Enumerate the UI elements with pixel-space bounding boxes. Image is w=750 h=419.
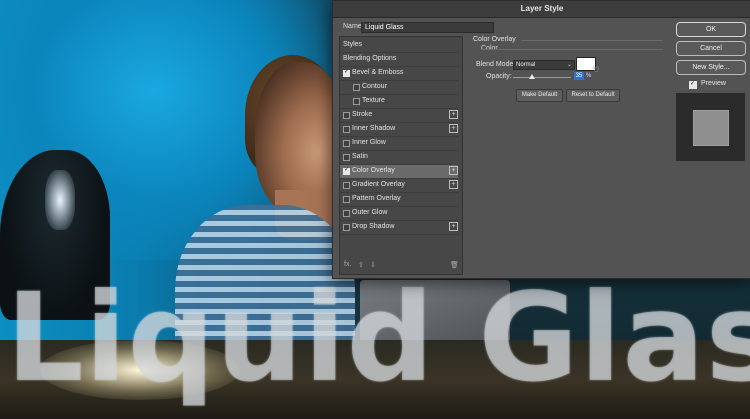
lamp-bulb-glow <box>45 170 75 230</box>
arrow-up-icon[interactable]: ⇧ <box>358 261 364 269</box>
style-label: Stroke <box>352 111 373 118</box>
style-checkbox[interactable] <box>353 98 360 105</box>
styles-list-item[interactable]: Styles <box>340 39 458 53</box>
styles-list-item[interactable]: Stroke + <box>340 109 458 123</box>
ok-button[interactable]: OK <box>676 22 746 37</box>
preview-checkbox[interactable] <box>689 80 697 89</box>
style-checkbox[interactable] <box>343 166 350 175</box>
style-checkbox[interactable] <box>343 112 350 119</box>
style-label: Drop Shadow <box>352 223 395 230</box>
color-overlay-panel: Color Overlay Color Blend Mode: Normal ⌄… <box>473 36 663 106</box>
styles-toolbar: fx. ⇧ ⇩ 🗑 <box>344 261 459 271</box>
trash-icon[interactable]: 🗑 <box>450 261 459 269</box>
make-default-button[interactable]: Make Default <box>516 89 563 102</box>
cancel-button[interactable]: Cancel <box>676 41 746 56</box>
add-effect-icon[interactable]: + <box>449 166 458 175</box>
group-divider <box>521 40 663 41</box>
style-label: Texture <box>362 97 385 104</box>
liquid-glass-overlay-text: Liquid Glass <box>6 268 750 408</box>
blend-mode-label: Blend Mode: <box>476 61 516 68</box>
add-effect-icon[interactable]: + <box>449 222 458 231</box>
style-label: Gradient Overlay <box>352 181 405 188</box>
opacity-unit: % <box>586 73 592 79</box>
style-checkbox[interactable] <box>343 182 350 189</box>
styles-list-item[interactable]: Color Overlay + <box>340 165 458 179</box>
opacity-input[interactable]: 35 <box>574 72 584 80</box>
dialog-titlebar[interactable]: Layer Style <box>333 1 750 18</box>
style-checkbox[interactable] <box>343 196 350 203</box>
style-label: Inner Glow <box>352 139 386 146</box>
arrow-down-icon[interactable]: ⇩ <box>370 261 376 269</box>
style-label: Blending Options <box>343 55 397 62</box>
styles-list-item[interactable]: Outer Glow <box>340 207 458 221</box>
styles-list-item[interactable]: Pattern Overlay <box>340 193 458 207</box>
add-effect-icon[interactable]: + <box>449 180 458 189</box>
style-checkbox[interactable] <box>343 154 350 161</box>
style-label: Outer Glow <box>352 209 388 216</box>
style-checkbox[interactable] <box>343 224 350 231</box>
style-checkbox[interactable] <box>353 84 360 91</box>
add-effect-icon[interactable]: + <box>449 110 458 119</box>
layer-style-dialog: Layer Style Name: Liquid Glass Styles Ble… <box>332 0 750 279</box>
opacity-slider-thumb[interactable] <box>529 74 535 79</box>
styles-list-item[interactable]: Inner Glow <box>340 137 458 151</box>
styles-list-panel: Styles Blending Options Bevel & Emboss Cont… <box>339 36 463 275</box>
add-effect-icon[interactable]: + <box>449 124 458 133</box>
opacity-label: Opacity: <box>486 73 512 80</box>
style-label: Satin <box>352 153 368 160</box>
preview-swatch <box>693 110 729 146</box>
reset-to-default-button[interactable]: Reset to Default <box>566 89 620 102</box>
style-label: Bevel & Emboss <box>352 69 404 76</box>
styles-list-item[interactable]: Gradient Overlay + <box>340 179 458 193</box>
opacity-slider-track[interactable] <box>513 77 571 78</box>
styles-list-item[interactable]: Contour <box>340 81 458 95</box>
styles-list-item[interactable]: Bevel & Emboss <box>340 67 458 81</box>
style-checkbox[interactable] <box>343 210 350 217</box>
style-checkbox[interactable] <box>343 126 350 133</box>
styles-list-item[interactable]: Texture <box>340 95 458 109</box>
style-label: Inner Shadow <box>352 125 396 132</box>
style-label: Pattern Overlay <box>352 195 401 202</box>
new-style-button[interactable]: New Style... <box>676 60 746 75</box>
style-label: Contour <box>362 83 387 90</box>
chevron-down-icon: ⌄ <box>566 62 572 68</box>
fx-icon[interactable]: fx. <box>344 261 351 268</box>
style-label: Styles <box>343 41 363 48</box>
style-label: Color Overlay <box>352 167 395 174</box>
style-checkbox[interactable] <box>343 140 350 147</box>
dialog-title: Layer Style <box>520 4 564 13</box>
blend-mode-select[interactable]: Normal ⌄ <box>513 60 575 70</box>
preview-label: Preview <box>701 80 726 87</box>
styles-list-item[interactable]: Drop Shadow + <box>340 221 458 235</box>
styles-list-item[interactable]: Blending Options <box>340 53 458 67</box>
style-checkbox[interactable] <box>343 68 350 77</box>
blend-mode-value: Normal <box>516 62 536 68</box>
styles-list-item[interactable]: Inner Shadow + <box>340 123 458 137</box>
hand-cursor-icon: ☜ <box>591 64 600 74</box>
name-input[interactable]: Liquid Glass <box>361 22 494 33</box>
style-preview <box>676 93 745 161</box>
styles-list-item[interactable]: Satin <box>340 151 458 165</box>
sub-divider <box>481 49 663 50</box>
group-title: Color Overlay <box>473 36 516 43</box>
